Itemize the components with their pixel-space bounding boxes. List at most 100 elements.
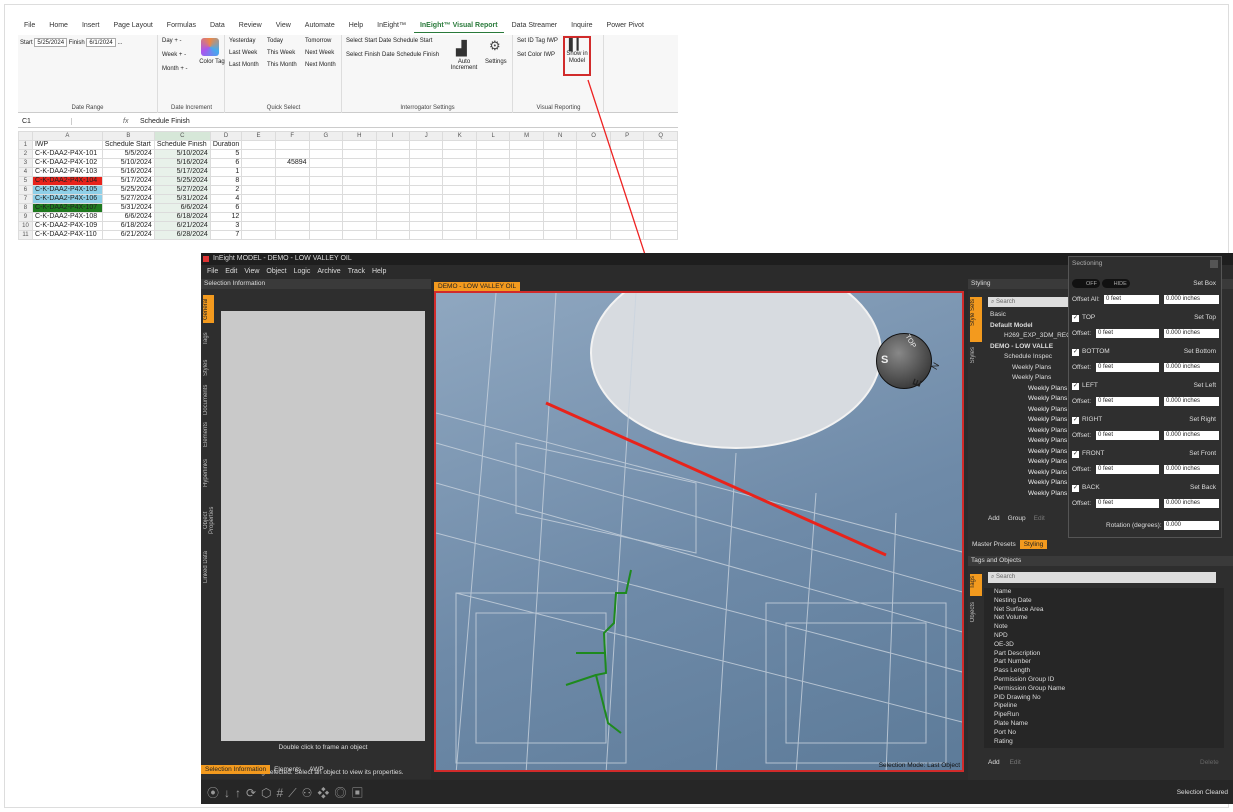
menu-item-ineight-[interactable]: InEight™ <box>371 22 412 33</box>
cell[interactable]: 5/16/2024 <box>101 167 155 177</box>
quick-select-yesterday[interactable]: Yesterday <box>229 38 264 44</box>
auto-increment-button[interactable]: Auto Increment <box>447 59 481 71</box>
style-tree-item[interactable]: Basic <box>990 311 1006 318</box>
cell[interactable] <box>274 221 310 231</box>
style-tree-item[interactable]: H269_EXP_3DM_REC <box>1004 332 1071 339</box>
app-menu-file[interactable]: File <box>207 266 218 278</box>
cell[interactable] <box>308 167 344 177</box>
menu-item-home[interactable]: Home <box>43 22 74 33</box>
tag-item[interactable]: Permission Group Name <box>994 685 1065 692</box>
cell[interactable] <box>475 149 511 159</box>
cell[interactable] <box>408 158 444 168</box>
cell[interactable]: C-K-DAA2-P4X-110 <box>31 230 103 240</box>
cell[interactable]: IWP <box>31 140 103 150</box>
app-menu-edit[interactable]: Edit <box>225 266 237 278</box>
corner-cell[interactable] <box>18 131 33 141</box>
set-left-button[interactable]: Set Left <box>1194 381 1216 391</box>
schedule-finish-button[interactable]: Schedule Finish <box>396 52 439 58</box>
col-header-c[interactable]: C <box>153 131 211 141</box>
tag-item[interactable]: Part Description <box>994 650 1040 657</box>
group-style-button[interactable]: Group <box>1008 515 1026 522</box>
cell[interactable] <box>308 176 344 186</box>
cell[interactable] <box>241 185 276 195</box>
style-tree-item[interactable]: Schedule Inspec <box>1004 353 1052 360</box>
cell[interactable]: 6/6/2024 <box>153 203 211 213</box>
row-number[interactable]: 8 <box>18 203 33 213</box>
set-box-button[interactable]: Set Box <box>1193 279 1216 289</box>
3d-viewport[interactable]: TOP S E N Selection Mode: Last Object <box>434 291 964 772</box>
cell[interactable] <box>274 167 310 177</box>
cell[interactable] <box>408 167 444 177</box>
cell[interactable] <box>442 176 477 186</box>
cell[interactable]: 6/18/2024 <box>153 212 211 222</box>
menu-item-automate[interactable]: Automate <box>299 22 341 33</box>
tag-item[interactable]: Port No <box>994 729 1016 736</box>
col-header-d[interactable]: D <box>209 131 243 141</box>
cell[interactable]: C-K-DAA2-P4X-101 <box>31 149 103 159</box>
cell[interactable]: 5/5/2024 <box>101 149 155 159</box>
app-menu-object[interactable]: Object <box>266 266 286 278</box>
cell[interactable]: C-K-DAA2-P4X-103 <box>31 167 103 177</box>
cell[interactable] <box>408 140 444 150</box>
cell[interactable]: 7 <box>209 230 243 240</box>
add-tag-button[interactable]: Add <box>988 759 1000 766</box>
start-date-input[interactable]: 5/25/2024 <box>34 38 68 47</box>
cell[interactable] <box>442 194 477 204</box>
style-tree-item[interactable]: Weekly Plans <box>1028 406 1067 413</box>
day-increment[interactable]: Day + - <box>162 38 182 44</box>
cell[interactable] <box>475 167 511 177</box>
cell[interactable]: C-K-DAA2-P4X-106 <box>31 194 103 204</box>
cell[interactable]: 5/25/2024 <box>153 176 211 186</box>
vtab-styles[interactable]: Styles <box>203 355 214 381</box>
cell[interactable]: 4 <box>209 194 243 204</box>
tab-elements[interactable]: Elements <box>270 765 305 774</box>
cell[interactable] <box>274 140 310 150</box>
style-tree-item[interactable]: Weekly Plans <box>1028 458 1067 465</box>
cell[interactable] <box>308 194 344 204</box>
cell[interactable]: 6/21/2024 <box>153 221 211 231</box>
cell[interactable] <box>475 158 511 168</box>
offset-feet-input[interactable]: 0 feet <box>1096 363 1159 372</box>
objects-vtab[interactable]: Objects <box>970 600 982 630</box>
cell[interactable]: C-K-DAA2-P4X-107 <box>31 203 103 213</box>
side-checkbox-left[interactable]: ✓ <box>1072 383 1079 390</box>
toolbar-icons[interactable]: ⦿↓↑⟳⬡#⟋⚇❖◎▣ <box>207 784 368 801</box>
cell[interactable] <box>475 212 511 222</box>
cell[interactable] <box>375 176 410 186</box>
cell[interactable] <box>475 185 511 195</box>
menu-item-ineight-visual-report[interactable]: InEight™ Visual Report <box>413 22 504 33</box>
menu-item-inquire[interactable]: Inquire <box>565 22 598 33</box>
tab-selection-information[interactable]: Selection Information <box>201 765 271 774</box>
cell[interactable] <box>241 203 276 213</box>
tag-item[interactable]: Nesting Date <box>994 597 1032 604</box>
cell[interactable] <box>274 176 310 186</box>
style-sets-vtab[interactable]: Style Sets <box>970 297 982 342</box>
tag-item[interactable]: Pass Length <box>994 667 1030 674</box>
app-menu-help[interactable]: Help <box>372 266 386 278</box>
schedule-start-button[interactable]: Schedule Start <box>393 38 432 44</box>
cell[interactable]: C-K-DAA2-P4X-102 <box>31 158 103 168</box>
quick-select-today[interactable]: Today <box>267 38 302 44</box>
menu-item-view[interactable]: View <box>270 22 297 33</box>
cell[interactable] <box>342 194 377 204</box>
cell[interactable] <box>375 158 410 168</box>
cell[interactable] <box>475 203 511 213</box>
cell[interactable]: 5/17/2024 <box>101 176 155 186</box>
tags-list[interactable]: Name Nesting Date Net Surface Area Net Volu… <box>984 588 1224 748</box>
cell[interactable] <box>375 185 410 195</box>
style-tree-item[interactable]: Weekly Plans <box>1028 479 1067 486</box>
add-style-button[interactable]: Add <box>988 515 1000 522</box>
cell[interactable] <box>509 167 544 177</box>
cell[interactable] <box>475 140 511 150</box>
show-in-model-button[interactable]: ▌▎ Show in Model <box>563 36 591 76</box>
cell[interactable] <box>308 149 344 159</box>
cell[interactable] <box>442 158 477 168</box>
tags-vtab[interactable]: Tags <box>970 574 982 596</box>
cell[interactable] <box>308 185 344 195</box>
cell[interactable] <box>475 230 511 240</box>
cell[interactable] <box>241 176 276 186</box>
cell[interactable] <box>342 158 377 168</box>
vtab-hyperlinks[interactable]: Hyperlinks <box>203 453 214 493</box>
row-number[interactable]: 9 <box>18 212 33 222</box>
cell[interactable]: 6/18/2024 <box>101 221 155 231</box>
